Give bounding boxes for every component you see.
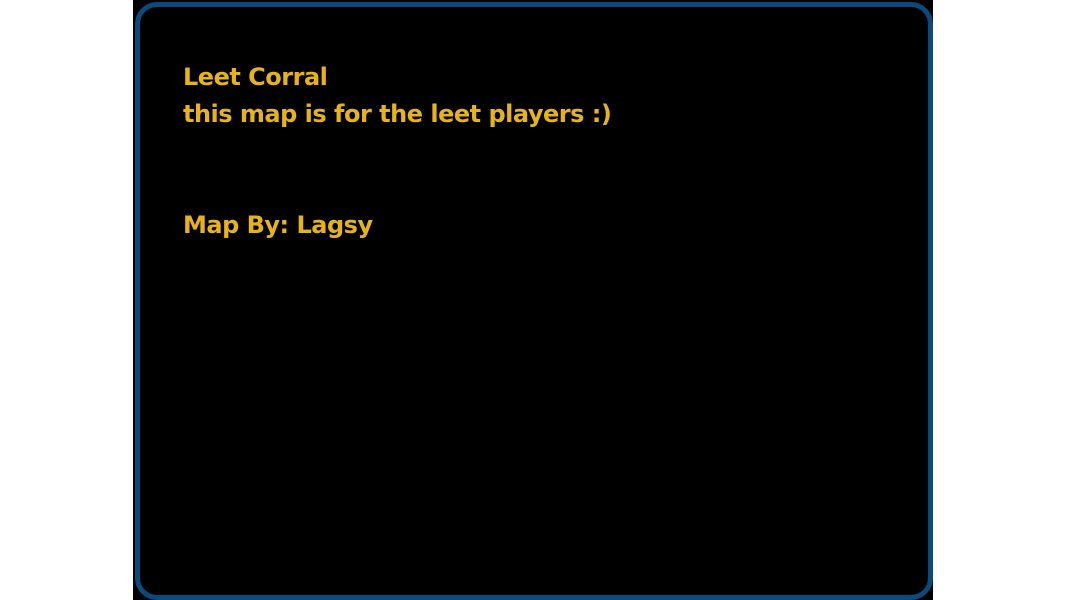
text-spacer xyxy=(183,133,611,207)
map-author: Map By: Lagsy xyxy=(183,211,373,239)
map-info-panel: Leet Corral this map is for the leet pla… xyxy=(135,2,933,600)
map-info-screen: Leet Corral this map is for the leet pla… xyxy=(133,0,933,600)
map-description: this map is for the leet players :) xyxy=(183,100,612,128)
map-info-text: Leet Corral this map is for the leet pla… xyxy=(183,59,612,244)
map-title: Leet Corral xyxy=(183,63,328,91)
